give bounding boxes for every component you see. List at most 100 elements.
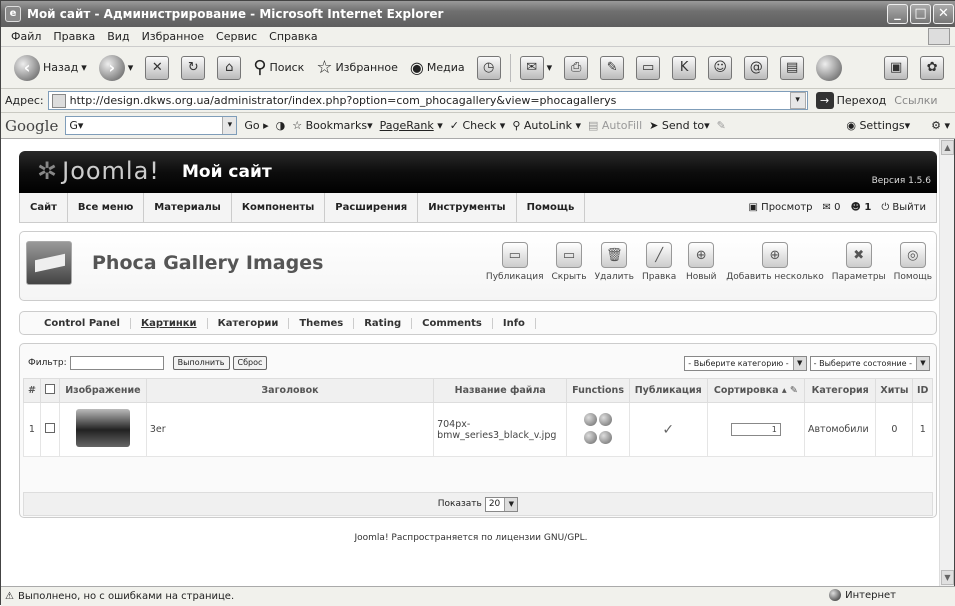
- google-check-button[interactable]: ✓ Check ▾: [450, 119, 506, 132]
- unpublish-button[interactable]: ▭ Скрыть: [552, 242, 587, 282]
- media-button[interactable]: ◉ Медиа: [407, 52, 468, 84]
- state-select[interactable]: - Выберите состояние - ▼: [809, 356, 930, 371]
- published-check-icon[interactable]: ✓: [628, 402, 708, 457]
- scroll-up-button[interactable]: ▲: [941, 140, 954, 155]
- category-select[interactable]: - Выберите категорию - ▼: [684, 356, 807, 371]
- menu-extensions[interactable]: Расширения: [325, 192, 419, 223]
- extra-button-3[interactable]: @: [741, 52, 771, 84]
- menu-components[interactable]: Компоненты: [232, 192, 326, 223]
- menu-site[interactable]: Сайт: [20, 192, 68, 223]
- extra-button-5[interactable]: [813, 52, 845, 84]
- save-order-icon[interactable]: ✎: [790, 385, 798, 396]
- filter-input[interactable]: [69, 356, 164, 370]
- google-highlight-icon[interactable]: ✎: [717, 119, 726, 132]
- google-autolink-button[interactable]: ⚲ AutoLink ▾: [512, 119, 581, 132]
- google-options-icon[interactable]: ◑: [276, 119, 286, 132]
- row-checkbox[interactable]: [44, 423, 55, 433]
- tab-themes[interactable]: Themes: [289, 317, 355, 329]
- select-all-checkbox[interactable]: [44, 384, 55, 394]
- tab-categories[interactable]: Категории: [208, 317, 290, 329]
- col-checkbox[interactable]: [39, 378, 60, 403]
- extra-button-6[interactable]: ▣: [881, 52, 911, 84]
- google-extra-icon[interactable]: ⚙ ▾: [931, 119, 950, 132]
- print-button[interactable]: ⎙: [561, 52, 591, 84]
- menu-tools[interactable]: Сервис: [216, 30, 257, 43]
- address-input[interactable]: http://design.dkws.org.ua/administrator/…: [47, 91, 808, 110]
- menu-all-menus[interactable]: Все меню: [68, 192, 145, 223]
- new-button[interactable]: ⊕ Новый: [684, 242, 718, 282]
- refresh-button[interactable]: ↻: [178, 52, 208, 84]
- maximize-button[interactable]: □: [910, 4, 931, 24]
- extra-button-2[interactable]: ☺: [705, 52, 735, 84]
- google-search-dropdown[interactable]: ▾: [222, 117, 237, 134]
- stop-button[interactable]: ✕: [142, 52, 172, 84]
- minimize-button[interactable]: _: [887, 4, 908, 24]
- home-button[interactable]: ⌂: [214, 52, 244, 84]
- warning-icon[interactable]: ⚠: [5, 591, 14, 602]
- col-hits[interactable]: Хиты: [875, 378, 914, 403]
- tab-comments[interactable]: Comments: [412, 317, 493, 329]
- forward-button[interactable]: › ▾: [96, 52, 137, 84]
- col-id[interactable]: ID: [912, 378, 933, 403]
- vertical-scrollbar[interactable]: ▲ ▼: [939, 139, 954, 586]
- menu-help[interactable]: Справка: [269, 30, 317, 43]
- help-button[interactable]: ◎ Помощь: [894, 242, 932, 282]
- scroll-down-button[interactable]: ▼: [941, 570, 954, 585]
- col-category[interactable]: Категория: [803, 378, 877, 403]
- menu-view[interactable]: Вид: [107, 30, 129, 43]
- back-button[interactable]: ‹ Назад ▾: [11, 52, 90, 84]
- google-pagerank[interactable]: PageRank ▾: [380, 119, 443, 132]
- row-category[interactable]: Автомобили: [803, 402, 877, 457]
- approve-icon[interactable]: [584, 430, 598, 444]
- favorites-button[interactable]: ☆ Избранное: [313, 52, 401, 84]
- go-button[interactable]: → Переход: [815, 92, 886, 109]
- extra-button-7[interactable]: ✿: [917, 52, 947, 84]
- google-settings-button[interactable]: ◉ Settings▾: [846, 119, 910, 132]
- tab-images[interactable]: Картинки: [131, 317, 208, 329]
- google-bookmarks-button[interactable]: ☆ Bookmarks▾: [292, 119, 372, 132]
- menu-favorites[interactable]: Избранное: [142, 30, 204, 43]
- menu-help[interactable]: Помощь: [517, 192, 586, 223]
- tab-info[interactable]: Info: [493, 317, 536, 329]
- col-ordering[interactable]: Сортировка ▴ ✎: [706, 378, 805, 403]
- add-multiple-button[interactable]: ⊕ Добавить несколько: [726, 242, 824, 282]
- google-search-input[interactable]: G▾ ▾: [65, 116, 238, 135]
- image-thumbnail[interactable]: [75, 409, 130, 447]
- messages-count[interactable]: ✉ 0: [823, 202, 841, 213]
- menu-file[interactable]: Файл: [11, 30, 41, 43]
- mail-button[interactable]: ✉ ▾: [517, 52, 556, 84]
- menu-content[interactable]: Материалы: [144, 192, 232, 223]
- extra-button-4[interactable]: ▤: [777, 52, 807, 84]
- google-go-button[interactable]: Go ▸: [244, 119, 268, 132]
- edit-button[interactable]: ✎: [597, 52, 627, 84]
- logout-link[interactable]: ⏻ Выйти: [881, 202, 926, 213]
- filter-go-button[interactable]: Выполнить: [172, 356, 230, 370]
- history-button[interactable]: ◷: [474, 52, 504, 84]
- close-button[interactable]: ✕: [933, 4, 954, 24]
- search-button[interactable]: ⚲ Поиск: [250, 52, 307, 84]
- tab-rating[interactable]: Rating: [354, 317, 413, 329]
- google-autofill-button[interactable]: ▤ AutoFill: [588, 119, 642, 132]
- ordering-input[interactable]: 1: [730, 423, 781, 436]
- rotate-left-icon[interactable]: [584, 412, 598, 426]
- filter-reset-button[interactable]: Сброс: [232, 356, 268, 370]
- col-filename[interactable]: Название файла: [433, 378, 568, 403]
- delete-button[interactable]: 🗑 Удалить: [595, 242, 634, 282]
- row-title[interactable]: 3er: [145, 402, 435, 457]
- address-dropdown[interactable]: ▾: [789, 92, 806, 109]
- col-title[interactable]: Заголовок: [145, 378, 435, 403]
- discuss-button[interactable]: ▭: [633, 52, 663, 84]
- col-published[interactable]: Публикация: [628, 378, 708, 403]
- menu-edit[interactable]: Правка: [53, 30, 95, 43]
- limit-select[interactable]: 20 ▼: [484, 496, 519, 512]
- preview-link[interactable]: ▣ Просмотр: [749, 202, 813, 213]
- rotate-right-icon[interactable]: [599, 412, 613, 426]
- tab-control-panel[interactable]: Control Panel: [34, 317, 131, 329]
- parameters-button[interactable]: ✖ Параметры: [832, 242, 886, 282]
- menu-tools[interactable]: Инструменты: [418, 192, 517, 223]
- extra-button-1[interactable]: K: [669, 52, 699, 84]
- google-sendto-button[interactable]: ➤ Send to▾: [649, 119, 710, 132]
- edit-item-button[interactable]: ╱ Правка: [642, 242, 676, 282]
- publish-button[interactable]: ▭ Публикация: [486, 242, 544, 282]
- disapprove-icon[interactable]: [599, 430, 613, 444]
